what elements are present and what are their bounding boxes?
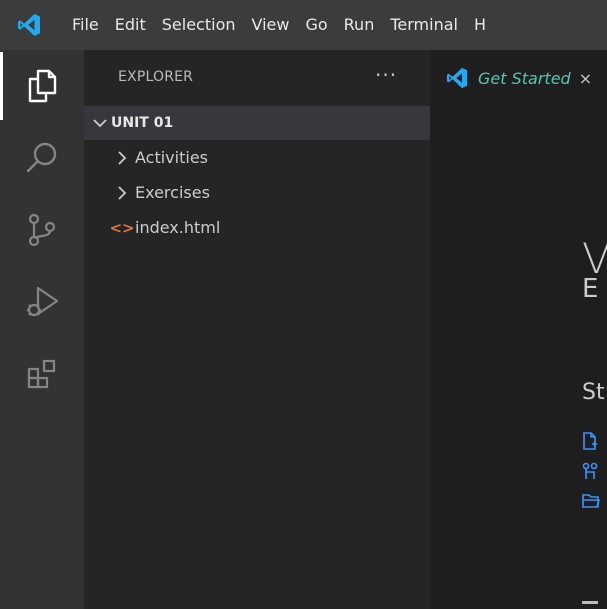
search-icon[interactable]	[0, 122, 84, 194]
tree-item-label: Exercises	[135, 183, 210, 202]
menu-go[interactable]: Go	[297, 0, 335, 50]
clone-repository-link[interactable]	[582, 460, 607, 482]
menu-help[interactable]: H	[466, 0, 494, 50]
close-icon[interactable]: ×	[579, 69, 592, 88]
tree-item-activities[interactable]: Activities	[84, 140, 430, 175]
folder-unit-01[interactable]: UNIT 01	[84, 106, 430, 140]
chevron-down-icon	[89, 118, 111, 128]
tab-get-started[interactable]: Get Started ×	[430, 50, 607, 107]
tree-item-label: Activities	[135, 148, 208, 167]
welcome-subtitle: E	[582, 274, 599, 304]
explorer-title: EXPLORER	[118, 69, 194, 85]
extensions-icon[interactable]	[0, 338, 84, 410]
vscode-logo-icon[interactable]	[0, 0, 58, 50]
chevron-right-icon	[111, 185, 133, 200]
new-file-link[interactable]	[582, 430, 607, 452]
more-actions-button[interactable]: ···	[375, 63, 397, 87]
menu-run[interactable]: Run	[336, 0, 383, 50]
menu-selection[interactable]: Selection	[154, 0, 244, 50]
menu-view[interactable]: View	[244, 0, 298, 50]
tree-item-exercises[interactable]: Exercises	[84, 175, 430, 210]
vscode-logo-icon	[446, 67, 470, 89]
menu-terminal[interactable]: Terminal	[382, 0, 466, 50]
menu-bar: File Edit Selection View Go Run Terminal…	[58, 0, 494, 50]
menu-edit[interactable]: Edit	[107, 0, 154, 50]
tree-item-label: index.html	[135, 218, 221, 237]
explorer-header: EXPLORER ···	[84, 50, 430, 106]
source-control-icon[interactable]	[0, 194, 84, 266]
tab-label: Get Started	[478, 68, 571, 88]
start-heading: St	[582, 380, 605, 405]
source-control-icon	[582, 462, 598, 479]
welcome-page: V E St	[430, 106, 607, 609]
run-debug-icon[interactable]	[0, 266, 84, 338]
editor-tab-bar: Get Started ×	[430, 50, 607, 107]
cut-off-text	[582, 601, 598, 604]
activity-bar	[0, 50, 84, 609]
folder-label: UNIT 01	[111, 115, 174, 131]
title-bar: File Edit Selection View Go Run Terminal…	[0, 0, 607, 50]
chevron-right-icon	[111, 150, 133, 165]
explorer-sidebar: EXPLORER ··· UNIT 01 Activities Exercise…	[84, 50, 430, 609]
explorer-icon[interactable]	[0, 50, 84, 122]
html-file-icon: <>	[109, 218, 135, 237]
folder-icon	[582, 494, 600, 508]
new-file-icon	[583, 432, 597, 450]
tree-item-index-html[interactable]: <> index.html	[84, 210, 430, 245]
menu-file[interactable]: File	[58, 0, 107, 50]
open-folder-link[interactable]	[582, 490, 607, 512]
